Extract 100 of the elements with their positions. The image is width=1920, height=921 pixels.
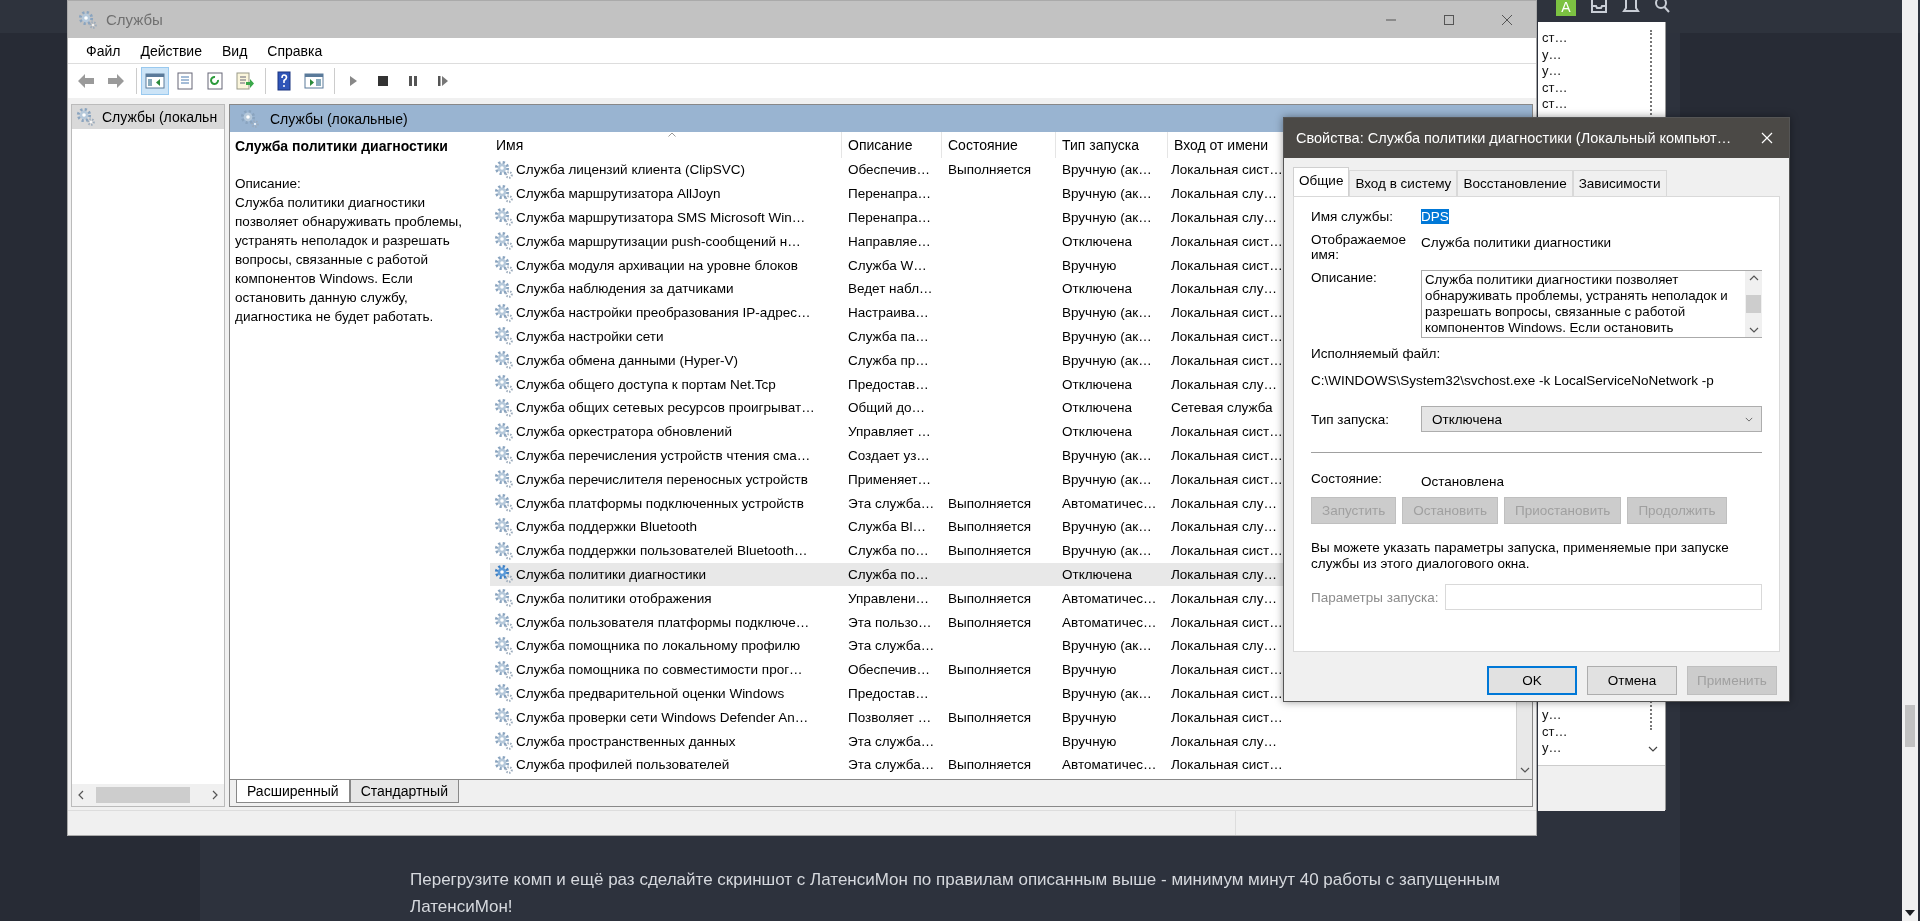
table-cell: Локальная сист… <box>1171 305 1283 321</box>
panel-title: Службы (локальные) <box>270 110 408 127</box>
scroll-up-icon[interactable] <box>1748 275 1759 281</box>
service-icon <box>494 326 514 347</box>
forward-icon <box>106 71 126 91</box>
table-cell: Вручную <box>1062 257 1117 273</box>
menu-item[interactable]: Файл <box>76 42 131 59</box>
startup-type-dropdown[interactable]: Отключена <box>1421 406 1762 432</box>
table-cell: Перенапра… <box>848 186 932 202</box>
tree-item[interactable]: Службы (локальн <box>72 105 224 129</box>
page-scrollbar[interactable] <box>1902 0 1918 921</box>
table-cell: Выполняется <box>948 590 1032 606</box>
table-cell: Вручную (ак… <box>1062 305 1152 321</box>
dialog-tab[interactable]: Зависимости <box>1572 170 1667 196</box>
dialog-tab[interactable]: Общие <box>1293 167 1350 196</box>
table-cell: Вручную (ак… <box>1062 328 1152 344</box>
field-label: Исполняемый файл: <box>1311 346 1442 361</box>
scroll-down-icon[interactable] <box>1748 327 1759 333</box>
service-title: Служба политики диагностики <box>235 138 449 154</box>
table-cell: Служба оркестратора обновлений <box>516 424 732 440</box>
table-cell: Эта служба… <box>848 733 935 749</box>
table-cell: Автоматичес… <box>1062 614 1157 630</box>
dialog-tab[interactable]: Восстановление <box>1457 170 1573 196</box>
app-icon <box>78 9 98 30</box>
table-row[interactable]: Служба проверки сети Windows Defender An… Позволяет … Выполняется Вручную Локальная сист… <box>490 705 1517 730</box>
table-cell: Вручную (ак… <box>1062 186 1152 202</box>
scroll-down-icon[interactable] <box>1648 746 1658 752</box>
table-cell: Локальная слу… <box>1171 495 1277 511</box>
table-cell: Отключена <box>1062 281 1132 297</box>
service-icon <box>494 231 514 252</box>
inbox-icon[interactable] <box>1590 0 1608 14</box>
scrollbar-thumb[interactable] <box>96 787 190 803</box>
table-cell: Локальная сист… <box>1171 352 1283 368</box>
close-icon[interactable] <box>1761 132 1773 144</box>
services-icon <box>240 108 260 129</box>
display-name: Служба политики диагностики <box>1421 235 1611 250</box>
description-label: Описание: <box>235 175 302 193</box>
field-label: Тип запуска: <box>1311 411 1391 427</box>
table-cell: Локальная слу… <box>1171 566 1277 582</box>
field-label: Отображаемое имя: <box>1311 232 1406 262</box>
table-cell: Служба пользователя платформы подключе… <box>516 614 810 630</box>
table-cell: Служба по… <box>848 543 929 559</box>
executable-path: C:\WINDOWS\System32\svchost.exe -k LocalServiceNoNetwork -p <box>1311 373 1715 388</box>
table-cell: Служба па… <box>848 328 929 344</box>
parameters-field[interactable] <box>1444 584 1762 610</box>
service-icon <box>494 754 514 775</box>
table-cell: Автоматичес… <box>1062 757 1157 773</box>
table-cell: Обеспечив… <box>848 162 930 178</box>
table-cell-text: у… <box>1542 740 1563 757</box>
export-icon <box>235 71 255 91</box>
table-cell: Локальная слу… <box>1171 210 1277 225</box>
scroll-left-icon[interactable] <box>78 790 84 800</box>
column-header[interactable]: Имя <box>490 132 842 158</box>
menu-item[interactable]: Вид <box>211 42 258 59</box>
dialog-button[interactable]: OK <box>1487 666 1577 695</box>
service-icon <box>494 588 514 609</box>
table-cell: Эта служба… <box>848 757 935 773</box>
service-icon <box>494 659 514 680</box>
horizontal-scrollbar[interactable] <box>72 784 224 806</box>
table-cell: Отключена <box>1062 233 1132 249</box>
scroll-down-icon[interactable] <box>1905 910 1915 916</box>
table-cell: Применяет… <box>848 471 932 487</box>
table-cell-text: у… <box>1542 46 1563 64</box>
column-header[interactable]: Состояние <box>942 132 1056 158</box>
table-cell: Общий до… <box>848 400 926 416</box>
table-cell: Локальная сист… <box>1171 257 1283 273</box>
console-icon <box>304 71 324 91</box>
service-icon <box>494 612 514 633</box>
column-header[interactable]: Описание <box>842 132 942 158</box>
scrollbar-thumb[interactable] <box>1746 295 1761 313</box>
scrollbar-thumb[interactable] <box>1905 705 1915 747</box>
column-header[interactable]: Тип запуска <box>1056 132 1168 158</box>
table-row[interactable]: Служба профилей пользователей Эта служба… Выполняется Автоматичес… Локальная сист… <box>490 752 1517 777</box>
scroll-down-icon[interactable] <box>1520 767 1530 773</box>
tree-toggle-button[interactable] <box>141 67 169 95</box>
service-description: Служба политики диагностики позволяет обнаруживать проблемы, устранять неполадок и разрешать вопросы, связанные с работой компонентов Windows. Если остановить данную службу, диагностика не будет работать. <box>235 194 464 326</box>
table-row[interactable]: Служба пространственных данных Эта служба… Вручную Локальная слу… <box>490 729 1517 753</box>
table-cell: Отключена <box>1062 566 1132 582</box>
description-field[interactable]: Служба политики диагностики позволяет обнаруживать проблемы, устранять неполадок и разрешать вопросы, связанные с работой компонентов Windows. Если остановить <box>1421 270 1762 338</box>
table-cell: Локальная сист… <box>1171 424 1283 440</box>
bell-icon[interactable] <box>1622 0 1640 14</box>
table-cell: Служба перечисления устройств чтения сма… <box>516 447 811 463</box>
menu-item[interactable]: Действие <box>130 42 212 59</box>
service-icon <box>494 278 514 299</box>
view-tab[interactable]: Стандартный <box>349 780 459 803</box>
table-cell: Локальная сист… <box>1171 233 1283 249</box>
table-cell: Локальная сист… <box>1171 614 1283 630</box>
service-icon <box>494 255 514 276</box>
view-tab[interactable]: Расширенный <box>236 780 350 803</box>
menu-item[interactable]: Справка <box>257 42 333 59</box>
scroll-right-icon[interactable] <box>212 790 218 800</box>
table-cell: Локальная слу… <box>1171 733 1277 749</box>
table-cell: Создает уз… <box>848 447 930 463</box>
dialog-tab[interactable]: Вход в систему <box>1349 170 1458 196</box>
table-cell: Локальная сист… <box>1171 662 1283 678</box>
service-icon <box>494 540 514 561</box>
dialog-button[interactable]: Отмена <box>1587 666 1677 695</box>
search-icon[interactable] <box>1654 0 1672 14</box>
service-name: DPS <box>1421 209 1449 224</box>
table-cell-text: у… <box>1542 63 1563 80</box>
